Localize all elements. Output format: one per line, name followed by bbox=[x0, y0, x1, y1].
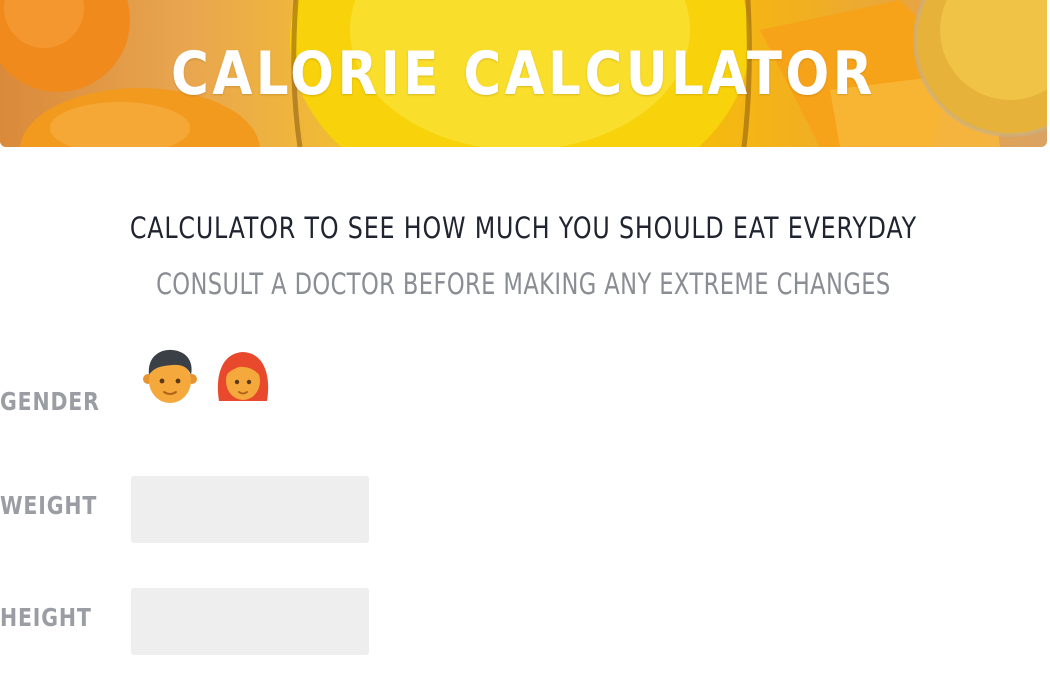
height-input[interactable] bbox=[131, 588, 369, 655]
woman-face-icon bbox=[217, 352, 269, 401]
height-label: HEIGHT bbox=[0, 603, 92, 632]
gender-option-female[interactable] bbox=[215, 347, 271, 407]
gender-option-male[interactable] bbox=[142, 347, 198, 407]
weight-input[interactable] bbox=[131, 476, 369, 543]
gender-label: GENDER bbox=[0, 387, 100, 416]
page-title: CALORIE CALCULATOR bbox=[171, 39, 876, 109]
calorie-calculator-page: CALORIE CALCULATOR CALCULATOR TO SEE HOW… bbox=[0, 0, 1050, 700]
man-face-icon bbox=[143, 349, 197, 403]
weight-label: WEIGHT bbox=[0, 491, 98, 520]
header-banner: CALORIE CALCULATOR bbox=[0, 0, 1047, 147]
doctor-disclaimer: CONSULT A DOCTOR BEFORE MAKING ANY EXTRE… bbox=[156, 267, 891, 301]
calculator-description: CALCULATOR TO SEE HOW MUCH YOU SHOULD EA… bbox=[129, 211, 917, 245]
